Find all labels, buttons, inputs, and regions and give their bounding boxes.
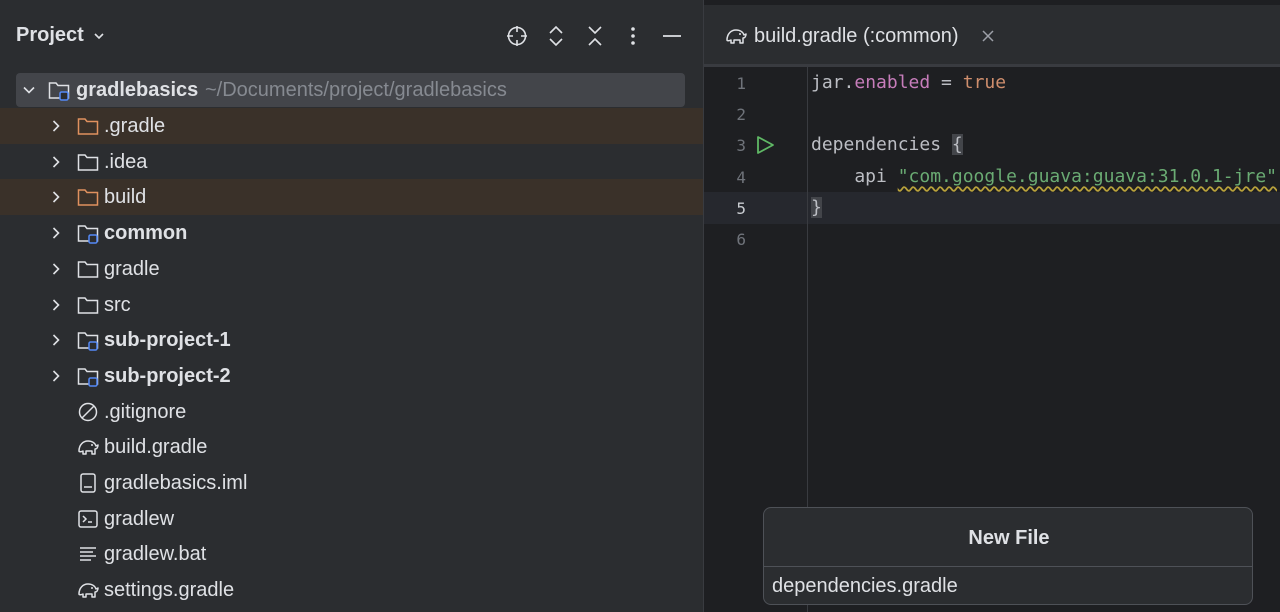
code-token: } bbox=[811, 196, 822, 218]
project-view-title[interactable]: Project bbox=[16, 24, 84, 47]
tree-item-label: src bbox=[104, 293, 131, 316]
chevron-right-icon[interactable] bbox=[49, 262, 63, 276]
new-file-popup: New File bbox=[763, 507, 1253, 605]
chevron-down-icon[interactable] bbox=[22, 83, 36, 97]
tree-item[interactable]: gradle bbox=[0, 251, 703, 287]
code-token: api bbox=[811, 165, 898, 187]
code-token: "com.google.guava:guava:31.0.1-jre" bbox=[897, 165, 1277, 187]
terminal-file-icon bbox=[78, 509, 98, 528]
tree-item-label: settings.gradle bbox=[104, 579, 235, 602]
tree-item-label: gradlebasics.iml bbox=[104, 472, 248, 494]
tree-item-label: build.gradle bbox=[104, 436, 208, 459]
tree-item-label: gradle bbox=[104, 257, 160, 280]
code-line[interactable]: dependencies { bbox=[811, 134, 963, 156]
tree-item[interactable]: build bbox=[0, 179, 703, 216]
root-path: ~/Documents/project/gradlebasics bbox=[205, 79, 507, 101]
tree-item[interactable]: .gradle bbox=[0, 108, 703, 144]
root-name: gradlebasics bbox=[76, 79, 199, 101]
iml-file-icon bbox=[80, 473, 96, 493]
line-number: 1 bbox=[736, 74, 746, 93]
folder-icon bbox=[77, 153, 99, 171]
tree-item[interactable]: .gitignore bbox=[0, 394, 703, 430]
line-number: 5 bbox=[736, 198, 746, 218]
code-token: enabled bbox=[854, 72, 931, 93]
code-token: dependencies bbox=[811, 134, 952, 156]
minimize-icon[interactable] bbox=[660, 24, 684, 48]
tree-item-label: gradlew.bat bbox=[104, 543, 207, 566]
collapse-all-icon[interactable] bbox=[583, 24, 607, 48]
chevron-down-icon[interactable] bbox=[93, 30, 105, 42]
popup-title: New File bbox=[968, 527, 1050, 549]
tree-item-label: sub-project-2 bbox=[104, 364, 231, 387]
tree-item[interactable]: settings.gradle bbox=[0, 572, 703, 608]
code-line[interactable]: api "com.google.guava:guava:31.0.1-jre" bbox=[811, 166, 1277, 187]
gradle-elephant-icon bbox=[78, 440, 99, 456]
chevron-right-icon[interactable] bbox=[49, 333, 63, 347]
tree-item[interactable]: gradlew bbox=[0, 501, 703, 537]
project-panel-header: Project bbox=[0, 12, 703, 60]
popup-divider bbox=[764, 566, 1252, 567]
tree-item-label: common bbox=[104, 222, 188, 245]
excluded-folder-icon bbox=[77, 118, 99, 135]
tree-root-gradlebasics[interactable]: gradlebasics ~/Documents/project/gradleb… bbox=[16, 73, 685, 107]
tree-item[interactable]: gradlebasics.iml bbox=[0, 465, 703, 501]
tree-item-label: .gradle bbox=[104, 115, 166, 137]
chevron-right-icon[interactable] bbox=[49, 190, 63, 204]
tree-item-label: .gitignore bbox=[104, 400, 187, 423]
tree-item[interactable]: src bbox=[0, 287, 703, 323]
code-token: jar. bbox=[811, 72, 855, 93]
line-number: 3 bbox=[736, 136, 746, 156]
tree-item[interactable]: sub-project-1 bbox=[0, 322, 703, 358]
locate-icon[interactable] bbox=[505, 24, 529, 48]
tree-item-label: sub-project-1 bbox=[104, 329, 231, 352]
tree-item[interactable]: .idea bbox=[0, 144, 703, 180]
module-folder-icon bbox=[48, 82, 70, 101]
chevron-right-icon[interactable] bbox=[49, 369, 63, 383]
expand-collapse-icon[interactable] bbox=[544, 24, 568, 48]
line-number: 4 bbox=[736, 167, 746, 187]
tree-item[interactable]: common bbox=[0, 215, 703, 251]
line-number: 2 bbox=[736, 105, 746, 125]
line-number: 6 bbox=[736, 230, 746, 249]
code-line[interactable]: jar.enabled = true bbox=[811, 72, 1006, 93]
tree-item-label: gradlew bbox=[104, 507, 175, 530]
folder-icon bbox=[77, 261, 99, 278]
folder-icon bbox=[77, 296, 99, 314]
module-folder-icon bbox=[77, 225, 99, 244]
tree-item[interactable]: build.gradle bbox=[0, 429, 703, 465]
tree-item[interactable]: sub-project-2 bbox=[0, 358, 703, 394]
file-name-input[interactable] bbox=[772, 572, 1242, 600]
project-tool-window: Project gradlebasics ~/Documents/project… bbox=[0, 0, 703, 612]
run-gutter-icon[interactable] bbox=[754, 134, 776, 156]
tree-item-label: build bbox=[104, 186, 147, 209]
chevron-right-icon[interactable] bbox=[49, 298, 63, 312]
code-token: true bbox=[962, 72, 1007, 93]
chevron-right-icon[interactable] bbox=[49, 119, 63, 133]
tree-item[interactable]: gradlew.bat bbox=[0, 536, 703, 572]
code-line[interactable]: } bbox=[811, 196, 822, 218]
module-folder-icon bbox=[77, 332, 99, 351]
code-token: = bbox=[930, 72, 963, 93]
tab-bar-border bbox=[704, 64, 1280, 67]
more-options-icon[interactable] bbox=[621, 24, 645, 48]
tree-item-label: .idea bbox=[104, 150, 148, 173]
current-line-highlight bbox=[704, 192, 1280, 224]
gradle-elephant-icon bbox=[78, 583, 99, 598]
close-icon[interactable] bbox=[980, 28, 996, 44]
gradle-elephant-icon bbox=[726, 29, 747, 44]
ignore-file-icon bbox=[78, 402, 98, 421]
chevron-right-icon[interactable] bbox=[49, 226, 63, 240]
editor-tab-build-gradle[interactable]: build.gradle (:common) bbox=[704, 5, 1008, 67]
module-folder-icon bbox=[77, 368, 99, 387]
code-token: { bbox=[951, 134, 963, 156]
editor-tab-bar: build.gradle (:common) bbox=[704, 5, 1280, 67]
text-file-icon bbox=[80, 547, 96, 562]
chevron-right-icon[interactable] bbox=[49, 155, 63, 169]
tab-label: build.gradle (:common) bbox=[754, 25, 959, 47]
excluded-folder-icon bbox=[77, 189, 99, 207]
